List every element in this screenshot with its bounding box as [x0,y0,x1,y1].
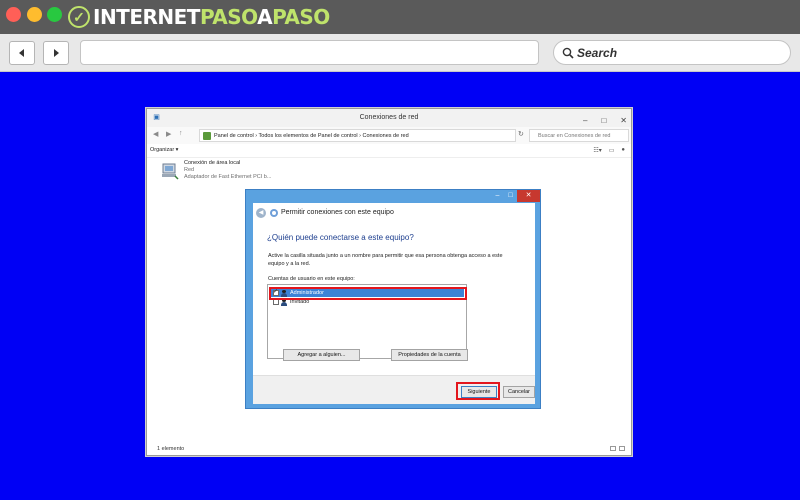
browser-search-input[interactable]: Search [553,40,791,65]
network-icon [270,209,278,217]
cancel-button[interactable]: Cancelar [503,386,535,398]
highlight-box-next [456,382,500,400]
control-panel-icon [203,132,211,140]
help-icon[interactable]: ● [621,147,625,154]
dialog-heading: ¿Quién puede conectarse a este equipo? [267,233,414,242]
browser-toolbar: Search [0,34,800,72]
preview-pane-icon[interactable]: ▭ [609,147,615,154]
dialog-maximize-icon[interactable]: □ [504,190,517,202]
address-row: ◀ ▶ ↑ Panel de control › Todos los eleme… [147,127,631,144]
refresh-icon[interactable]: ↻ [518,130,524,138]
arrow-right-icon [54,49,59,57]
dialog-footer: Siguiente Cancelar [253,375,535,404]
nav-forward-icon[interactable]: ▶ [166,130,171,138]
add-someone-button[interactable]: Agregar a alguien... [283,349,360,361]
search-label: Search [577,45,618,60]
breadcrumb: Panel de control › Todos los elementos d… [214,133,409,139]
connection-network: Red [184,167,195,173]
network-connections-window: ▣ Conexiones de red – □ ✕ ◀ ▶ ↑ Panel de… [146,108,632,456]
url-bar[interactable] [80,40,539,65]
view-options-icon[interactable]: ☷▾ [593,147,601,154]
list-item[interactable]: Conexión de área local Red Adaptador de … [161,160,311,186]
dialog-description: Active la casilla situada junto a un nom… [268,253,503,267]
nav-up-icon[interactable]: ↑ [179,130,183,137]
dialog-back-icon[interactable]: ◀ [256,208,266,218]
nav-back-icon[interactable]: ◀ [153,130,158,138]
allow-connections-dialog: – □ ✕ ◀ Permitir conexiones con este equ… [245,189,541,409]
tiles-view-icon[interactable] [619,446,625,451]
connection-adapter: Adaptador de Fast Ethernet PCI b... [184,174,272,180]
browser-titlebar: ✓ INTERNETPASOAPASO [0,0,800,34]
accounts-list-label: Cuentas de usuario en este equipo: [268,276,355,282]
back-button[interactable] [9,41,35,65]
window-titlebar: ▣ Conexiones de red – □ ✕ [147,109,631,127]
close-window-button[interactable] [6,7,21,22]
details-view-icon[interactable] [610,446,616,451]
dialog-close-icon[interactable]: ✕ [517,190,540,202]
account-properties-button[interactable]: Propiedades de la cuenta [391,349,468,361]
dialog-minimize-icon[interactable]: – [491,190,504,202]
dialog-title: Permitir conexiones con este equipo [281,209,394,216]
highlight-box-account [269,287,467,300]
status-bar: 1 elemento [157,446,185,452]
logo-icon: ✓ [68,6,90,28]
network-adapter-icon [162,163,179,180]
address-bar[interactable]: Panel de control › Todos los elementos d… [199,129,516,142]
maximize-window-button[interactable] [47,7,62,22]
arrow-left-icon [19,49,24,57]
window-app-icon: ▣ [153,114,160,121]
forward-button[interactable] [43,41,69,65]
command-bar: Organizar ▾ ☷▾ ▭ ● [147,145,631,158]
organize-menu[interactable]: Organizar ▾ [150,147,178,153]
search-icon [562,47,574,59]
connection-name: Conexión de área local [184,160,241,166]
folder-search-input[interactable]: Buscar en Conexiones de red [529,129,629,142]
window-title: Conexiones de red [359,114,419,121]
site-logo: ✓ INTERNETPASOAPASO [68,5,330,29]
minimize-window-button[interactable] [27,7,42,22]
